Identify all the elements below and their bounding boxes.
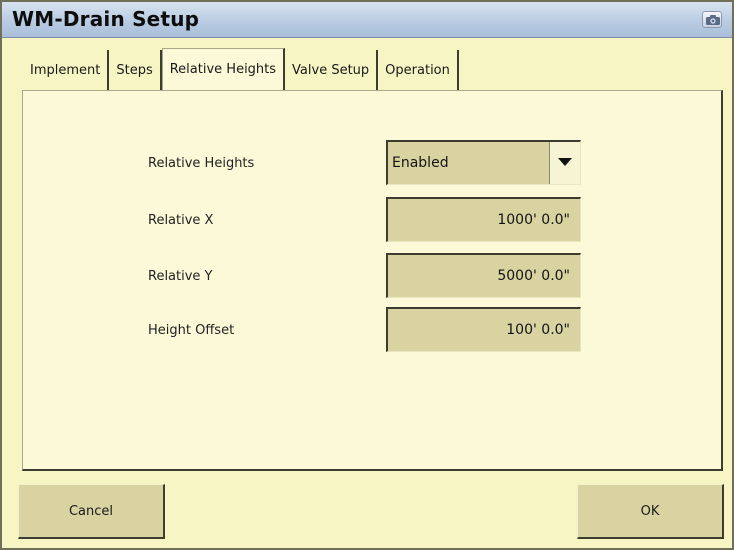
relative-heights-dropdown[interactable]: Enabled <box>386 140 581 185</box>
dropdown-arrow-icon <box>558 158 572 166</box>
relative-y-field[interactable]: 5000' 0.0" <box>386 253 581 298</box>
relative-heights-value: Enabled <box>392 155 449 171</box>
tab-implement[interactable]: Implement <box>22 50 110 90</box>
ok-button[interactable]: OK <box>577 484 724 539</box>
window-title: WM-Drain Setup <box>12 7 200 31</box>
tab-steps[interactable]: Steps <box>109 50 162 90</box>
tab-valve-setup[interactable]: Valve Setup <box>285 50 379 90</box>
tab-relative-heights[interactable]: Relative Heights <box>161 48 286 90</box>
camera-icon <box>706 15 720 25</box>
relative-y-label: Relative Y <box>148 269 213 284</box>
relative-x-label: Relative X <box>148 213 214 228</box>
title-bar: WM-Drain Setup <box>2 2 732 38</box>
tab-bar: Implement Steps Relative Heights Valve S… <box>22 48 459 90</box>
setup-window: WM-Drain Setup Implement Steps Relative … <box>0 0 734 550</box>
dropdown-arrow-button[interactable] <box>549 142 580 184</box>
tab-operation[interactable]: Operation <box>378 50 459 90</box>
cancel-button[interactable]: Cancel <box>18 484 165 539</box>
relative-heights-label: Relative Heights <box>148 156 255 171</box>
height-offset-field[interactable]: 100' 0.0" <box>386 307 581 352</box>
relative-heights-panel: Relative Heights Enabled Relative X 1000… <box>22 90 723 471</box>
height-offset-label: Height Offset <box>148 323 235 338</box>
screenshot-button[interactable] <box>702 11 722 28</box>
relative-x-field[interactable]: 1000' 0.0" <box>386 197 581 242</box>
